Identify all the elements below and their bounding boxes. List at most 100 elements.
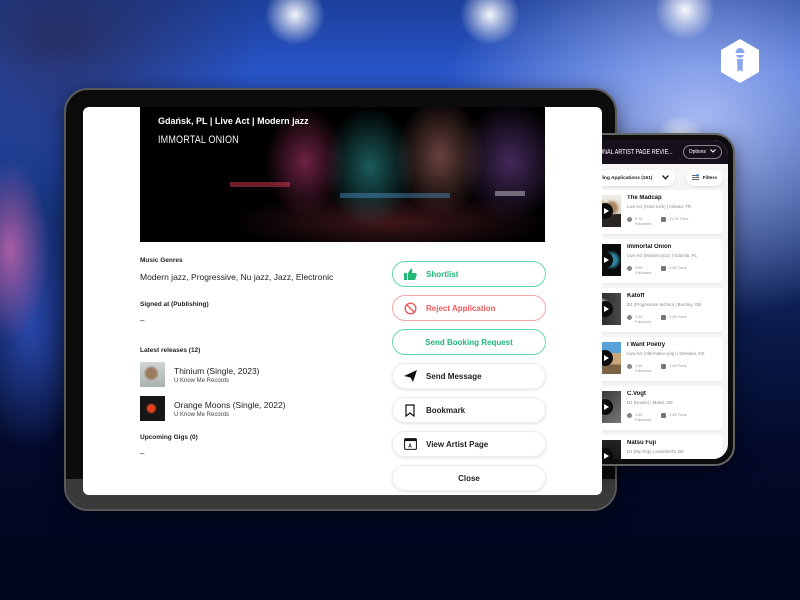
release-cover (140, 362, 165, 387)
fans-count: 2.4K Fans (669, 413, 687, 417)
artist-info: Immortal Onion Live Act (Modern jazz) | G… (627, 244, 719, 278)
view-artist-page-button[interactable]: A View Artist Page (392, 431, 546, 457)
reject-label: Reject Application (426, 303, 496, 313)
genres-label: Music Genres (140, 257, 183, 264)
artist-description: DJ (Hip hop) | anderlecht, BE (627, 449, 685, 454)
release-item[interactable]: Orange Moons (Single, 2022) U Know Me Re… (140, 396, 375, 421)
artist-name: I Want Poetry (627, 342, 666, 348)
followers-stat: 1.6K Followers (627, 413, 651, 422)
shortlist-button[interactable]: Shortlist (392, 261, 546, 287)
fans-stat: 2.3K Fans (661, 315, 687, 324)
artist-stats: 9.5K Followers 6.5K Fans (627, 266, 719, 275)
options-label: Options (688, 149, 706, 155)
artist-card[interactable]: Natsu FujiDJ (Hip hop) | anderlecht, BE7… (585, 435, 723, 459)
release-label: U Know Me Records (174, 377, 230, 384)
svg-text:A: A (408, 444, 412, 450)
fans-count: 6.5K Fans (669, 266, 687, 270)
phone-header: PERSONAL ARTIST PAGE REVIE... Options (580, 140, 728, 164)
close-button[interactable]: Close (392, 465, 546, 491)
artist-details: Music Genres Modern jazz, Progressive, N… (140, 257, 375, 480)
hero-glitch-stripe (495, 191, 525, 196)
artist-name: C.Vogt (627, 391, 646, 397)
hero-glitch-stripe (230, 182, 290, 187)
followers-stat: 1.5K Followers (627, 364, 651, 373)
reject-application-button[interactable]: Reject Application (392, 295, 546, 321)
followers-label: Followers (635, 270, 652, 275)
followers-count: 1.5K (635, 364, 643, 368)
send-message-button[interactable]: Send Message (392, 363, 546, 389)
artist-name: Katoff (627, 293, 645, 299)
release-cover (140, 396, 165, 421)
followers-label: Followers (635, 417, 652, 422)
followers-count: 9.5K (635, 266, 643, 270)
artist-card[interactable]: C.Vogt DJ (House) | Mainz, DE 1.6K Follower… (585, 386, 723, 430)
microphone-hexagon-icon (720, 38, 760, 84)
paper-plane-icon (403, 369, 417, 383)
followers-count: 9.7K (635, 217, 643, 221)
facebook-icon (661, 217, 667, 222)
gigs-value: – (140, 449, 145, 458)
artist-name: Immortal Onion (627, 244, 672, 250)
followers-count: 4.3K (635, 315, 643, 319)
chevron-down-icon (710, 149, 716, 155)
artist-list: The Madcap Live Act (Hard rock) | Ankara,… (580, 190, 728, 459)
applications-list-screen: PERSONAL ARTIST PAGE REVIE... Options Pe… (580, 140, 728, 459)
artist-detail-modal: Gdańsk, PL | Live Act | Modern jazz IMMO… (83, 107, 602, 495)
artist-info: Natsu FujiDJ (Hip hop) | anderlecht, BE7… (627, 440, 719, 459)
bookmark-label: Bookmark (426, 405, 466, 415)
artist-stats: 9.7K Followers 11.7K Fans (627, 217, 719, 226)
shortlist-label: Shortlist (426, 269, 459, 279)
artist-description: Live Act (Modern jazz) | Gdańsk, PL (627, 253, 697, 258)
fans-count: 11.7K Fans (669, 217, 689, 221)
followers-icon (627, 364, 632, 369)
release-title: Thinium (Single, 2023) (174, 365, 260, 376)
fans-stat: 1.4K Fans (661, 364, 687, 373)
fans-count: 1.4K Fans (669, 364, 687, 368)
artist-card[interactable]: Immortal Onion Live Act (Modern jazz) | G… (585, 239, 723, 283)
chevron-down-icon (662, 174, 669, 182)
action-buttons: Shortlist Reject Application Send Bookin… (392, 261, 546, 495)
filters-row: Pending Applications (161) Filters (580, 164, 728, 190)
bookmark-icon (403, 403, 417, 417)
followers-icon (627, 413, 632, 418)
send-message-label: Send Message (426, 371, 482, 381)
artist-name: The Madcap (627, 195, 662, 201)
artist-description: DJ (House) | Mainz, DE (627, 400, 674, 405)
facebook-icon (661, 315, 667, 320)
followers-icon (627, 315, 632, 320)
facebook-icon (661, 413, 667, 418)
fans-count: 2.3K Fans (669, 315, 687, 319)
followers-icon (627, 266, 632, 271)
release-item[interactable]: Thinium (Single, 2023) U Know Me Records (140, 362, 375, 387)
facebook-icon (661, 266, 667, 271)
genres-value: Modern jazz, Progressive, Nu jazz, Jazz,… (140, 272, 334, 282)
release-label: U Know Me Records (174, 411, 230, 418)
options-dropdown[interactable]: Options (682, 145, 722, 159)
artist-page-icon: A (403, 437, 417, 451)
fans-stat: 6.5K Fans (661, 266, 687, 275)
filters-icon (691, 173, 699, 183)
bookmark-button[interactable]: Bookmark (392, 397, 546, 423)
artist-stats: 4.3K Followers 2.3K Fans (627, 315, 719, 324)
releases-label: Latest releases (12) (140, 347, 201, 354)
artist-description: Live Act (Hard rock) | Ankara, TR (627, 204, 692, 209)
artist-hero-banner: Gdańsk, PL | Live Act | Modern jazz IMMO… (140, 107, 545, 242)
artist-info: The Madcap Live Act (Hard rock) | Ankara,… (627, 195, 719, 229)
artist-card[interactable]: I Want Poetry Live Act (Alternative pop) … (585, 337, 723, 381)
followers-label: Followers (635, 368, 652, 373)
tablet-device: Gdańsk, PL | Live Act | Modern jazz IMMO… (64, 88, 617, 511)
facebook-icon (661, 364, 667, 369)
filters-button[interactable]: Filters (685, 170, 723, 186)
artist-stats: 1.5K Followers 1.4K Fans (627, 364, 719, 373)
artist-card[interactable]: Katoff DJ (Progressive techno) | Burnley,… (585, 288, 723, 332)
send-booking-request-button[interactable]: Send Booking Request (392, 329, 546, 355)
followers-icon (627, 217, 632, 222)
artist-name: IMMORTAL ONION (158, 134, 239, 146)
signed-label: Signed at (Publishing) (140, 301, 209, 308)
ban-icon (403, 301, 417, 315)
hero-glitch-stripe (340, 193, 450, 198)
followers-count: 1.6K (635, 413, 643, 417)
thumbs-up-icon (403, 267, 417, 281)
followers-label: Followers (635, 319, 652, 324)
artist-card[interactable]: The Madcap Live Act (Hard rock) | Ankara,… (585, 190, 723, 234)
